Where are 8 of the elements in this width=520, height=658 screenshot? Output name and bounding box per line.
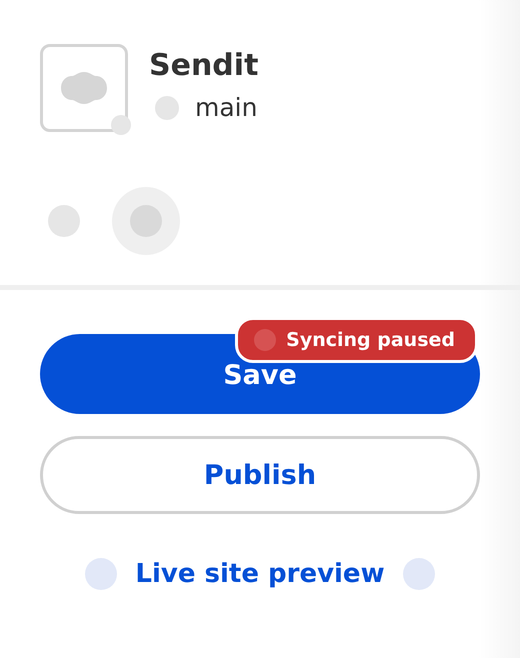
loading-dot (48, 205, 80, 237)
sync-status-badge: Syncing paused (235, 317, 478, 363)
live-preview-link[interactable]: Live site preview (135, 559, 385, 589)
status-dot (111, 115, 131, 135)
branch-name: main (195, 93, 258, 122)
site-name: Sendit (149, 48, 258, 83)
publish-button[interactable]: Publish (40, 436, 480, 514)
status-dot (254, 329, 276, 351)
